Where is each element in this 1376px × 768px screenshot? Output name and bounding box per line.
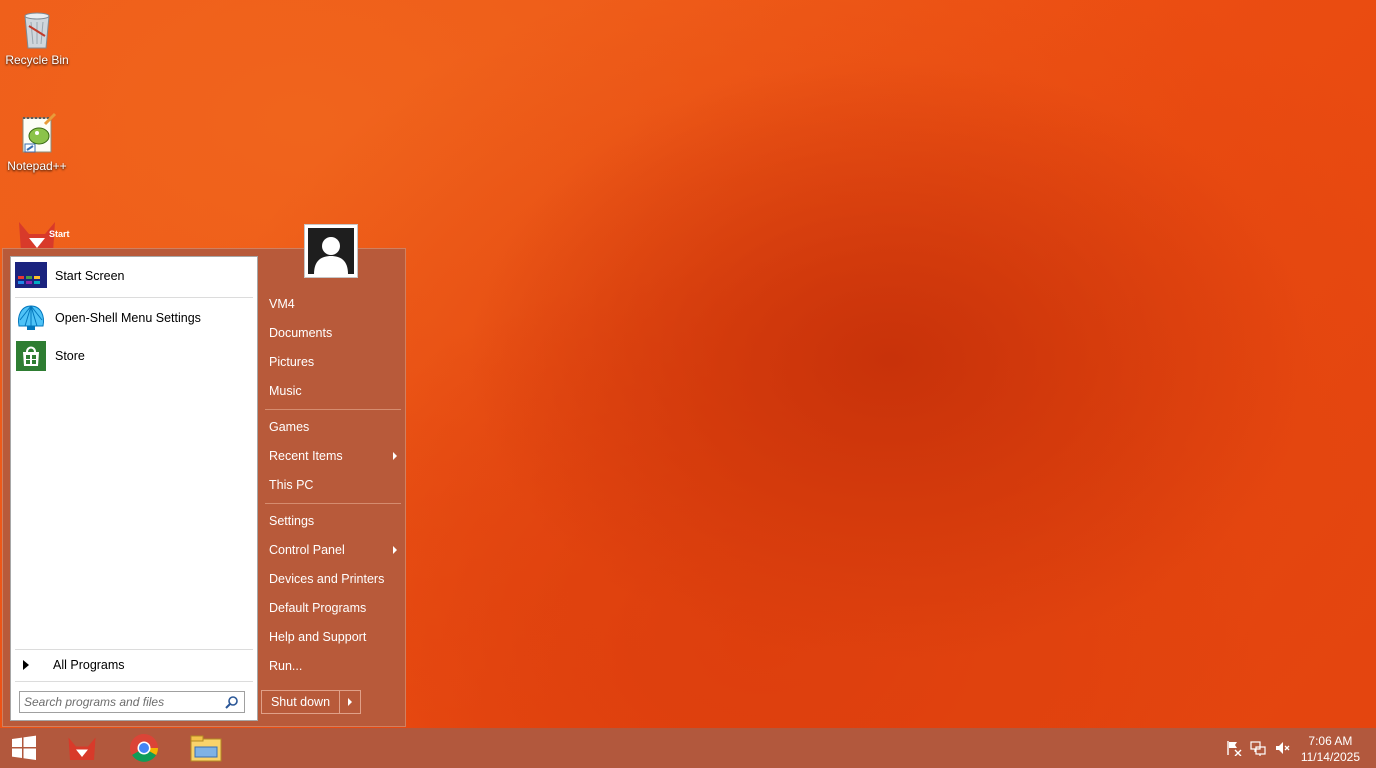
windows-logo-icon <box>12 735 36 760</box>
shutdown-control: Shut down <box>261 690 361 714</box>
shell-icon <box>15 302 47 334</box>
start-screen-item[interactable]: Start Start Screen <box>15 229 253 293</box>
separator <box>265 503 401 504</box>
pictures-label: Pictures <box>269 355 315 369</box>
search-icon[interactable] <box>225 695 239 709</box>
store-item[interactable]: Store <box>15 339 253 373</box>
documents-item[interactable]: Documents <box>261 320 401 346</box>
this-pc-item[interactable]: This PC <box>261 472 401 498</box>
separator <box>15 681 253 682</box>
run-label: Run... <box>269 659 303 673</box>
settings-label: Settings <box>269 514 315 528</box>
start-button[interactable] <box>4 732 44 764</box>
open-shell-settings-item[interactable]: Open-Shell Menu Settings <box>15 301 253 335</box>
taskbar-file-explorer[interactable] <box>186 732 226 764</box>
help-support-item[interactable]: Help and Support <box>261 624 401 650</box>
action-center-flag-icon[interactable] <box>1226 740 1242 757</box>
chevron-right-icon <box>348 698 352 706</box>
notepad-plus-plus-icon <box>15 112 59 156</box>
separator <box>15 649 253 650</box>
pictures-item[interactable]: Pictures <box>261 349 401 375</box>
app-fox-icon <box>68 737 96 760</box>
shutdown-button[interactable]: Shut down <box>262 691 340 713</box>
default-programs-label: Default Programs <box>269 601 367 615</box>
documents-label: Documents <box>269 326 333 340</box>
chrome-icon <box>130 734 158 762</box>
games-item[interactable]: Games <box>261 414 401 440</box>
clock-time: 7:06 AM <box>1308 734 1353 748</box>
start-menu: Start Start Screen Open-Shell Menu Setti… <box>2 224 406 727</box>
all-programs-button[interactable]: All Programs <box>15 653 253 677</box>
devices-printers-item[interactable]: Devices and Printers <box>261 566 401 592</box>
separator <box>15 297 253 298</box>
user-avatar-icon <box>308 228 354 274</box>
search-input[interactable] <box>24 693 220 711</box>
start-menu-programs-pane: Start Start Screen Open-Shell Menu Setti… <box>10 229 258 721</box>
music-label: Music <box>269 384 302 398</box>
desktop-icon-label: Recycle Bin <box>5 53 69 67</box>
desktop-icon-recycle-bin[interactable]: Recycle Bin <box>0 6 74 67</box>
desktop-icon-label: Notepad++ <box>7 159 67 173</box>
open-shell-settings-label: Open-Shell Menu Settings <box>55 311 201 325</box>
games-label: Games <box>269 420 310 434</box>
search-box[interactable] <box>19 691 245 713</box>
taskbar: 7:06 AM 11/14/2025 <box>0 728 1376 768</box>
volume-muted-icon[interactable] <box>1274 740 1290 756</box>
user-account-picture[interactable] <box>304 224 358 278</box>
file-explorer-icon <box>190 735 222 762</box>
expand-arrow-icon <box>23 660 29 670</box>
taskbar-chrome[interactable] <box>124 732 164 764</box>
settings-item[interactable]: Settings <box>261 508 401 534</box>
recent-items-label: Recent Items <box>269 449 343 463</box>
clock-date: 11/14/2025 <box>1300 750 1360 764</box>
separator <box>265 409 401 410</box>
this-pc-label: This PC <box>269 478 314 492</box>
start-screen-label: Start Screen <box>55 269 125 283</box>
taskbar-clock[interactable]: 7:06 AM 11/14/2025 <box>1301 733 1360 765</box>
all-programs-label: All Programs <box>53 658 125 672</box>
user-folder-item[interactable]: VM4 <box>261 291 401 317</box>
control-panel-label: Control Panel <box>269 543 345 557</box>
control-panel-item[interactable]: Control Panel <box>261 537 401 563</box>
default-programs-item[interactable]: Default Programs <box>261 595 401 621</box>
store-label: Store <box>55 349 85 363</box>
shutdown-options-button[interactable] <box>340 691 360 713</box>
start-screen-icon-text: Start <box>49 229 70 239</box>
submenu-arrow-icon <box>393 546 397 554</box>
network-icon[interactable] <box>1250 740 1266 756</box>
store-icon <box>15 340 47 372</box>
recent-items-item[interactable]: Recent Items <box>261 443 401 469</box>
taskbar-fox-app[interactable] <box>62 732 102 764</box>
start-screen-icon: Start <box>15 229 70 292</box>
music-item[interactable]: Music <box>261 378 401 404</box>
user-folder-label: VM4 <box>269 297 295 311</box>
submenu-arrow-icon <box>393 452 397 460</box>
recycle-bin-icon <box>15 6 59 50</box>
run-item[interactable]: Run... <box>261 653 401 679</box>
desktop-icon-notepad-plus-plus[interactable]: Notepad++ <box>0 112 74 173</box>
devices-printers-label: Devices and Printers <box>269 572 385 586</box>
help-support-label: Help and Support <box>269 630 367 644</box>
